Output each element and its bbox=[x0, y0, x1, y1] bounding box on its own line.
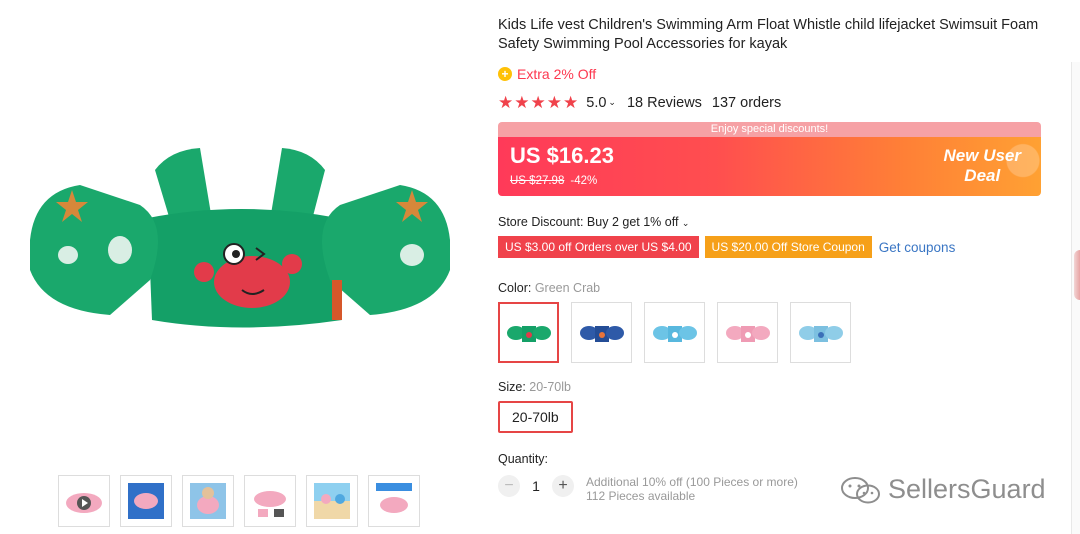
thumbnail[interactable] bbox=[58, 475, 110, 527]
star-icon: ★ bbox=[563, 93, 579, 112]
thumbnail-strip bbox=[58, 475, 420, 527]
coupon-row: US $3.00 off Orders over US $4.00 US $20… bbox=[498, 236, 1043, 258]
original-price: US $27.98 bbox=[510, 175, 565, 187]
coin-icon: + bbox=[498, 67, 512, 81]
wechat-icon bbox=[841, 476, 880, 503]
reviews-link[interactable]: 18 Reviews bbox=[627, 95, 702, 111]
size-option-button[interactable]: 20-70lb bbox=[498, 401, 573, 433]
badge-line-2: Deal bbox=[964, 166, 1001, 185]
color-label: Color: bbox=[498, 281, 532, 295]
chevron-down-icon: ⌄ bbox=[681, 218, 690, 228]
rating-score[interactable]: 5.0 bbox=[586, 95, 606, 111]
color-swatch-light-blue[interactable] bbox=[644, 302, 705, 363]
current-price: US $16.23 bbox=[510, 143, 614, 168]
coupon-tag[interactable]: US $20.00 Off Store Coupon bbox=[704, 236, 872, 258]
size-label-row: Size: 20-70lb bbox=[498, 380, 1043, 394]
side-panel-thumb bbox=[1074, 250, 1080, 300]
main-product-image[interactable] bbox=[20, 130, 460, 345]
quantity-decrease-button[interactable]: − bbox=[498, 475, 520, 497]
color-swatch-sky-blue[interactable] bbox=[790, 302, 851, 363]
color-swatch-pink[interactable] bbox=[717, 302, 778, 363]
rating-row: ★ ★ ★ ★ ★ 5.0 ⌄ 18 Reviews 137 orders bbox=[498, 94, 1043, 111]
product-title: Kids Life vest Children's Swimming Arm F… bbox=[498, 17, 1039, 52]
product-info-panel: Kids Life vest Children's Swimming Arm F… bbox=[498, 16, 1043, 503]
star-icon: ★ bbox=[514, 93, 530, 112]
original-price-row: US $27.98 -42% bbox=[510, 175, 597, 187]
quantity-increase-button[interactable]: + bbox=[552, 475, 574, 497]
color-swatches bbox=[498, 302, 1043, 363]
orders-count: 137 orders bbox=[711, 94, 782, 111]
watermark: SellersGuard bbox=[840, 474, 1046, 505]
selected-size: 20-70lb bbox=[529, 380, 571, 394]
star-icon: ★ bbox=[498, 93, 514, 112]
quantity-note: Additional 10% off (100 Pieces or more) … bbox=[586, 475, 798, 503]
thumbnail[interactable] bbox=[182, 475, 234, 527]
stock-available: 112 Pieces available bbox=[586, 489, 696, 503]
selected-color: Green Crab bbox=[534, 281, 601, 295]
rating-stars: ★ ★ ★ ★ ★ bbox=[498, 94, 578, 111]
price-deal-banner: Enjoy special discounts! US $16.23 US $2… bbox=[498, 122, 1041, 196]
store-discount-text: Store Discount: Buy 2 get 1% off bbox=[498, 215, 679, 229]
discount-percent: -42% bbox=[570, 175, 598, 187]
new-user-deal-badge: New User Deal bbox=[944, 146, 1021, 186]
color-swatch-navy[interactable] bbox=[571, 302, 632, 363]
thumbnail[interactable] bbox=[120, 475, 172, 527]
star-icon: ★ bbox=[546, 93, 562, 112]
badge-line-1: New User bbox=[943, 146, 1021, 165]
deal-banner-text: Enjoy special discounts! bbox=[498, 122, 1041, 137]
watermark-text: SellersGuard bbox=[888, 474, 1046, 504]
thumbnail[interactable] bbox=[244, 475, 296, 527]
thumbnail[interactable] bbox=[368, 475, 420, 527]
quantity-label: Quantity: bbox=[498, 452, 549, 466]
quantity-value[interactable]: 1 bbox=[520, 475, 552, 497]
thumbnail[interactable] bbox=[306, 475, 358, 527]
store-discount[interactable]: Store Discount: Buy 2 get 1% off ⌄ bbox=[498, 215, 1043, 229]
color-swatch-green[interactable] bbox=[498, 302, 559, 363]
extra-discount-label: Extra 2% Off bbox=[517, 66, 597, 82]
deal-body: US $16.23 US $27.98 -42% New User Deal bbox=[498, 137, 1041, 196]
bulk-discount-note: Additional 10% off (100 Pieces or more) bbox=[586, 475, 798, 489]
extra-discount-badge: + Extra 2% Off bbox=[498, 66, 1043, 82]
star-icon: ★ bbox=[530, 93, 546, 112]
size-label: Size: bbox=[498, 380, 526, 394]
color-label-row: Color: Green Crab bbox=[498, 281, 1043, 295]
coupon-tag[interactable]: US $3.00 off Orders over US $4.00 bbox=[498, 236, 699, 258]
get-coupons-link[interactable]: Get coupons bbox=[879, 240, 956, 255]
chevron-down-icon[interactable]: ⌄ bbox=[608, 97, 616, 108]
